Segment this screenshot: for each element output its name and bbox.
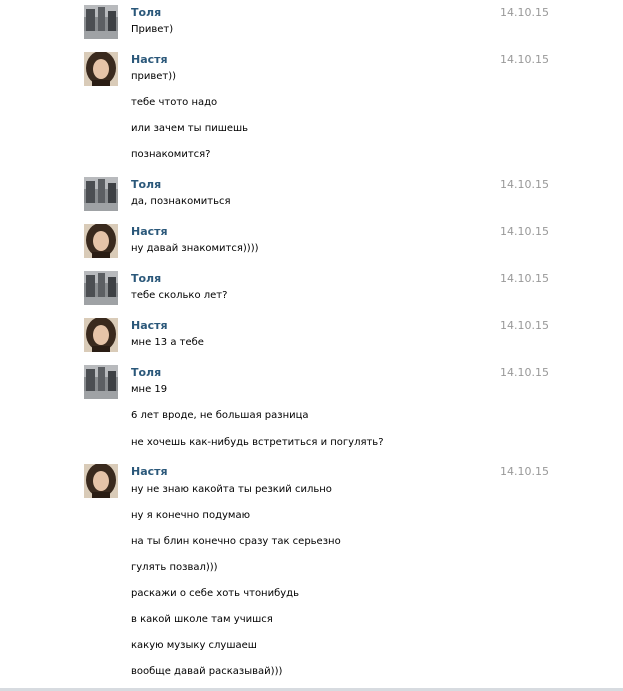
- avatar[interactable]: [84, 271, 118, 305]
- author-name[interactable]: Толя: [131, 366, 161, 379]
- message-date[interactable]: 14.10.15: [500, 366, 549, 379]
- avatar[interactable]: [84, 52, 118, 86]
- message-text: в какой школе там учишся: [131, 614, 273, 625]
- avatar[interactable]: [84, 5, 118, 39]
- message-date[interactable]: 14.10.15: [500, 53, 549, 66]
- message-text: Привет): [131, 24, 174, 35]
- message-text: 6 лет вроде, не большая разница: [131, 410, 309, 421]
- avatar[interactable]: [84, 464, 118, 498]
- tolya-avatar-icon: [84, 177, 118, 211]
- message-text: мне 19: [131, 384, 168, 395]
- message-text: ну давай знакомится)))): [131, 243, 259, 254]
- author-name[interactable]: Настя: [131, 53, 168, 66]
- message-text: привет)): [131, 71, 177, 82]
- tolya-avatar-icon: [84, 365, 118, 399]
- message-text: познакомится?: [131, 149, 211, 160]
- message-text: да, познакомиться: [131, 196, 231, 207]
- author-name[interactable]: Толя: [131, 6, 161, 19]
- chat-history: Толя 14.10.15 Привет) Настя 14.10.15 при…: [0, 0, 623, 691]
- nastya-avatar-icon: [84, 52, 118, 86]
- author-name[interactable]: Настя: [131, 319, 168, 332]
- nastya-avatar-icon: [84, 464, 118, 498]
- message-text: ну я конечно подумаю: [131, 510, 250, 521]
- message-date[interactable]: 14.10.15: [500, 225, 549, 238]
- author-name[interactable]: Толя: [131, 178, 161, 191]
- nastya-avatar-icon: [84, 224, 118, 258]
- message-date[interactable]: 14.10.15: [500, 178, 549, 191]
- message-date[interactable]: 14.10.15: [500, 465, 549, 478]
- message-date[interactable]: 14.10.15: [500, 6, 549, 19]
- message-text: не хочешь как-нибудь встретиться и погул…: [131, 437, 384, 448]
- author-name[interactable]: Настя: [131, 465, 168, 478]
- message-text: на ты блин конечно сразу так серьезно: [131, 536, 341, 547]
- tolya-avatar-icon: [84, 271, 118, 305]
- message-text: или зачем ты пишешь: [131, 123, 249, 134]
- avatar[interactable]: [84, 318, 118, 352]
- nastya-avatar-icon: [84, 318, 118, 352]
- message-text: вообще давай расказывай))): [131, 666, 283, 677]
- message-date[interactable]: 14.10.15: [500, 272, 549, 285]
- message-text: тебе сколько лет?: [131, 290, 228, 301]
- author-name[interactable]: Толя: [131, 272, 161, 285]
- message-text: какую музыку слушаеш: [131, 640, 257, 651]
- message-text: раскажи о себе хоть чтонибудь: [131, 588, 299, 599]
- message-text: гулять позвал))): [131, 562, 218, 573]
- message-text: ну не знаю какойта ты резкий сильно: [131, 484, 332, 495]
- avatar[interactable]: [84, 177, 118, 211]
- message-text: тебе чтото надо: [131, 97, 218, 108]
- avatar[interactable]: [84, 365, 118, 399]
- author-name[interactable]: Настя: [131, 225, 168, 238]
- message-text: мне 13 а тебе: [131, 337, 204, 348]
- avatar[interactable]: [84, 224, 118, 258]
- message-date[interactable]: 14.10.15: [500, 319, 549, 332]
- tolya-avatar-icon: [84, 5, 118, 39]
